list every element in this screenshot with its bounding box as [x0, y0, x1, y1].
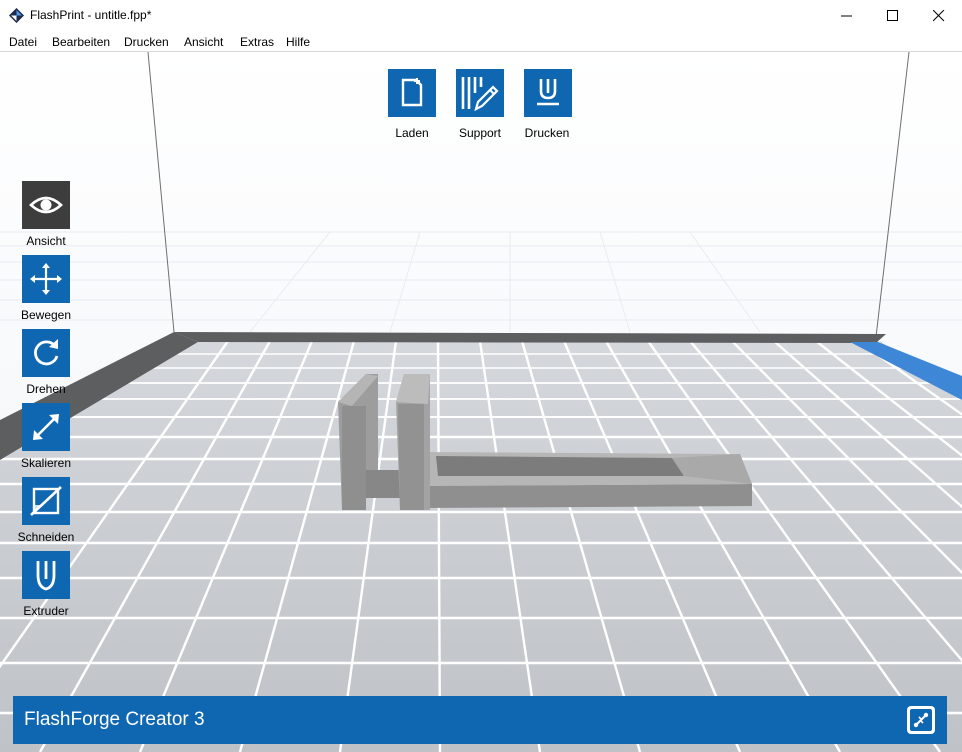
extruder-tool-label: Extruder — [23, 604, 69, 618]
3d-viewport[interactable]: Laden Support Drucken Ansicht Bewegen Dr… — [0, 52, 962, 752]
move-tool-label: Bewegen — [20, 308, 72, 322]
load-file-icon — [401, 78, 423, 107]
view-tool-label: Ansicht — [26, 234, 66, 248]
move-tool-button[interactable] — [22, 255, 70, 303]
scale-tool-label: Skalieren — [20, 456, 72, 470]
menu-drucken[interactable]: Drucken — [124, 35, 169, 49]
cut-tool-button[interactable] — [22, 477, 70, 525]
load-button[interactable] — [388, 69, 436, 117]
printer-name: FlashForge Creator 3 — [24, 709, 205, 730]
menu-datei[interactable]: Datei — [9, 35, 37, 49]
scale-icon — [33, 414, 59, 440]
maximize-icon — [887, 10, 898, 21]
menu-ansicht[interactable]: Ansicht — [184, 35, 223, 49]
scale-tool-button[interactable] — [22, 403, 70, 451]
move-arrows-icon — [30, 263, 62, 295]
view-tool-button[interactable] — [22, 181, 70, 229]
rotate-icon — [34, 339, 59, 366]
print-button[interactable] — [524, 69, 572, 117]
menu-bearbeiten[interactable]: Bearbeiten — [52, 35, 110, 49]
menu-extras[interactable]: Extras — [240, 35, 274, 49]
print-label: Drucken — [524, 126, 570, 140]
rotate-tool-button[interactable] — [22, 329, 70, 377]
maximize-button[interactable] — [870, 0, 916, 31]
print-nozzle-icon — [537, 79, 559, 106]
close-icon — [933, 10, 945, 22]
minimize-button[interactable] — [824, 0, 870, 31]
menu-hilfe[interactable]: Hilfe — [286, 35, 310, 49]
minimize-icon — [841, 15, 852, 17]
menu-bar: Datei Bearbeiten Drucken Ansicht Extras … — [0, 31, 962, 52]
build-scene — [0, 52, 962, 752]
connect-printer-button[interactable] — [905, 704, 937, 736]
cut-tool-label: Schneiden — [17, 530, 75, 544]
title-bar: FlashPrint - untitle.fpp* — [0, 0, 962, 31]
eye-icon — [29, 196, 63, 214]
support-pencil-icon — [461, 77, 499, 112]
cut-icon — [30, 486, 62, 516]
window-title: FlashPrint - untitle.fpp* — [30, 8, 152, 22]
build-plate — [0, 341, 962, 752]
support-button[interactable] — [456, 69, 504, 117]
close-button[interactable] — [916, 0, 962, 31]
flashprint-app-icon — [9, 8, 24, 23]
printer-status-bar: FlashForge Creator 3 — [13, 696, 947, 744]
rotate-tool-label: Drehen — [26, 382, 66, 396]
connect-printer-icon — [907, 706, 935, 734]
extruder-icon — [36, 561, 56, 591]
extruder-tool-button[interactable] — [22, 551, 70, 599]
